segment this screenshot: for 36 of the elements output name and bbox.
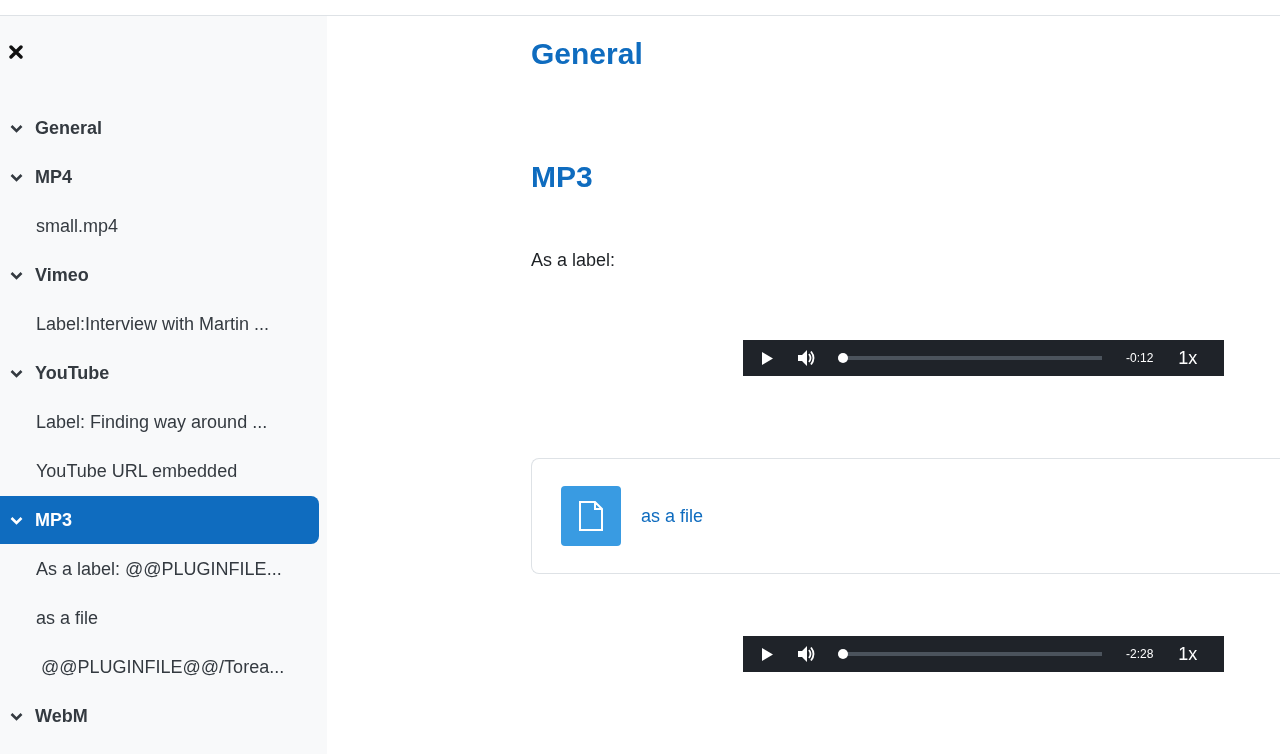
close-icon[interactable] [8, 43, 24, 61]
section-heading: MP3 [531, 159, 594, 195]
progress-track[interactable] [838, 356, 1102, 360]
label-text: As a label: [531, 249, 617, 272]
chevron-icon[interactable] [10, 172, 23, 182]
file-link[interactable]: as a file [641, 502, 704, 530]
sidebar-link[interactable]: as a file [0, 594, 319, 642]
progress-thumb[interactable] [838, 649, 848, 659]
section-header[interactable]: General [0, 104, 319, 152]
progress-track[interactable] [838, 652, 1102, 656]
section-heading: General [531, 36, 644, 72]
file-icon [561, 486, 621, 546]
section-header[interactable]: WebM [0, 692, 319, 740]
sidebar-link[interactable]: Label: Finding way around ... [0, 398, 319, 446]
section-header[interactable]: Vimeo [0, 251, 319, 299]
progress-thumb[interactable] [838, 353, 848, 363]
volume-icon[interactable] [798, 350, 816, 366]
play-icon[interactable] [762, 647, 773, 661]
sidebar-link[interactable]: small.mp4 [0, 202, 319, 250]
section-header[interactable]: MP3 [0, 496, 319, 544]
sidebar-link[interactable]: Label:Interview with Martin ... [0, 300, 319, 348]
sidebar-link[interactable]: As a label: @@PLUGINFILE... [0, 545, 319, 593]
time-remaining: -0:12 [1126, 350, 1154, 367]
time-remaining: -2:28 [1126, 646, 1154, 663]
chevron-icon[interactable] [10, 270, 23, 280]
chevron-icon[interactable] [10, 123, 23, 133]
sidebar-link[interactable]: YouTube URL embedded [0, 447, 319, 495]
chevron-icon[interactable] [10, 711, 23, 721]
speed-button[interactable]: 1x [1178, 640, 1198, 668]
play-icon[interactable] [762, 351, 773, 365]
section-header[interactable]: MP4 [0, 153, 319, 201]
chevron-icon[interactable] [10, 368, 23, 378]
volume-icon[interactable] [798, 646, 816, 662]
section-header[interactable]: YouTube [0, 349, 319, 397]
sidebar-link[interactable]: @@PLUGINFILE@@/Torea... [0, 643, 319, 691]
speed-button[interactable]: 1x [1178, 344, 1198, 372]
